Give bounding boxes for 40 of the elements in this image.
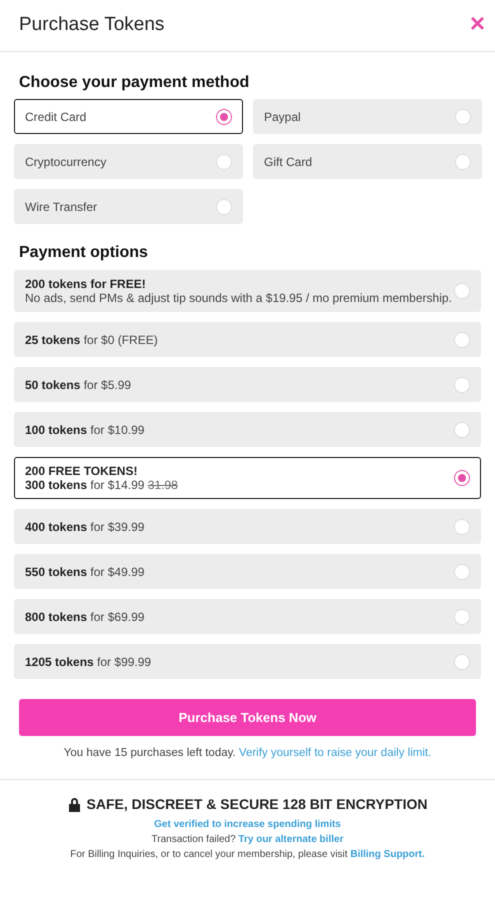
section-heading: Choose your payment method: [18, 73, 250, 93]
payment-method-option[interactable]: Cryptocurrency: [14, 144, 243, 179]
billing-note: For Billing Inquiries, or to cancel your membership, please visit Billing Support.: [70, 849, 425, 860]
token-package-option[interactable]: 200 FREE TOKENS! 300 tokens for $14.99 31.98: [14, 457, 481, 499]
option-label: 25 tokens for $0 (FREE): [25, 332, 158, 346]
option-label: Cryptocurrency: [25, 154, 106, 168]
security-label: SAFE, DISCREET & SECURE 128 BIT ENCRYPTION: [86, 796, 428, 812]
option-label: 100 tokens for $10.99: [25, 422, 144, 436]
token-package-option[interactable]: 800 tokens for $69.99: [14, 599, 481, 634]
option-label: Paypal: [264, 110, 301, 124]
option-label: Wire Transfer: [25, 200, 98, 214]
option-title: 200 FREE TOKENS!: [25, 464, 138, 478]
section-heading: Payment options: [18, 243, 149, 263]
radio-button[interactable]: [454, 470, 470, 486]
option-label: 800 tokens for $69.99: [25, 610, 144, 624]
option-label: Gift Card: [264, 154, 312, 168]
option-label: No ads, send PMs & adjust tip sounds with a $19.95 / mo premium membership.: [25, 291, 452, 305]
token-package-option[interactable]: 400 tokens for $39.99: [14, 509, 481, 544]
option-title: 200 tokens for FREE!: [25, 277, 147, 291]
payment-method-option[interactable]: Gift Card: [253, 144, 482, 179]
option-label: 550 tokens for $49.99: [25, 564, 144, 578]
radio-button[interactable]: [216, 108, 232, 124]
dialog-title: Purchase Tokens: [19, 14, 164, 36]
option-label: 300 tokens for $14.99 31.98: [25, 478, 178, 492]
option-label: 400 tokens for $39.99: [25, 520, 144, 534]
token-package-option[interactable]: 25 tokens for $0 (FREE): [14, 322, 481, 357]
payment-method-option[interactable]: Paypal: [253, 99, 482, 134]
option-label: 50 tokens for $5.99: [25, 378, 132, 392]
option-label: 1205 tokens for $99.99: [25, 654, 152, 668]
payment-method-option[interactable]: Credit Card: [14, 99, 243, 134]
token-package-option[interactable]: 100 tokens for $10.99: [14, 412, 481, 447]
purchase-limit-note: You have 15 purchases left today. Verify yourself to raise your daily limit.: [62, 746, 432, 761]
token-package-option[interactable]: 200 tokens for FREE! No ads, send PMs & adjust tip sounds with a $19.95 / mo premium membership.: [14, 270, 481, 312]
alternate-biller-note: Transaction failed? Try our alternate biller: [152, 834, 344, 845]
token-package-option[interactable]: 50 tokens for $5.99: [14, 367, 481, 402]
lock-icon: [68, 796, 80, 812]
token-package-option[interactable]: 550 tokens for $49.99: [14, 554, 481, 589]
payment-method-option[interactable]: Wire Transfer: [14, 189, 243, 224]
option-label: Credit Card: [25, 110, 86, 124]
token-package-option[interactable]: 1205 tokens for $99.99: [14, 644, 481, 679]
